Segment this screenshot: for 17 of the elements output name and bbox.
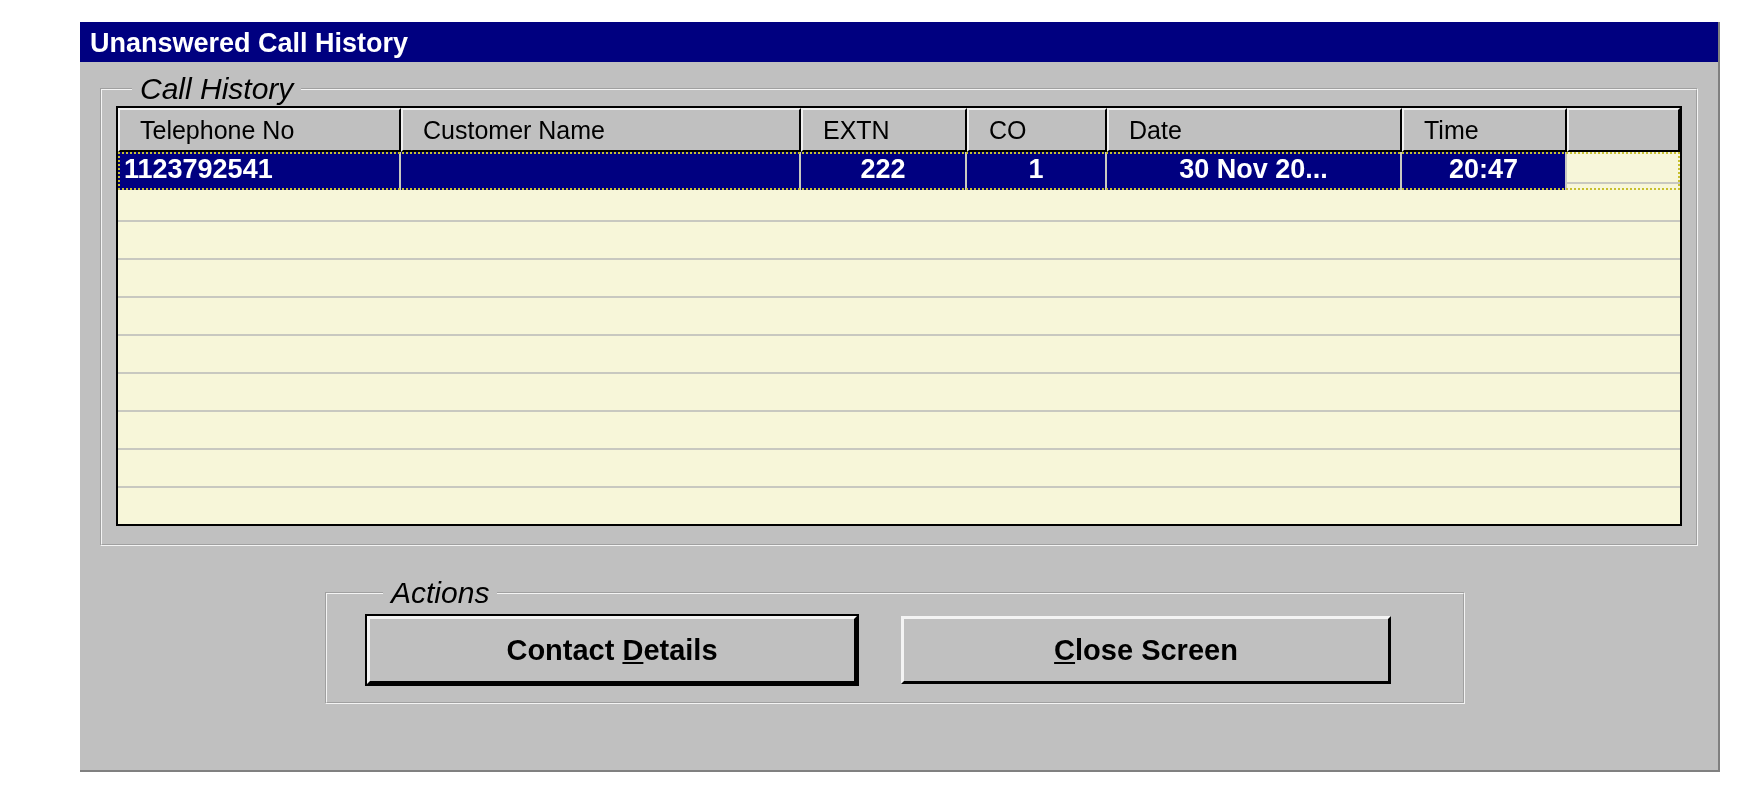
column-header[interactable]: EXTN bbox=[801, 108, 967, 152]
contact-details-button[interactable]: Contact Details bbox=[367, 616, 857, 684]
table-row[interactable]: 1123792541 222 1 30 Nov 20... 20:47 bbox=[118, 152, 1680, 190]
group-label: Call History bbox=[139, 72, 296, 106]
column-header[interactable]: Telephone No bbox=[118, 108, 401, 152]
column-header[interactable]: Date bbox=[1107, 108, 1402, 152]
table-cell: 30 Nov 20... bbox=[1107, 152, 1402, 190]
column-header[interactable]: Time bbox=[1402, 108, 1567, 152]
close-screen-button[interactable]: Close Screen bbox=[901, 616, 1391, 684]
table-cell: 1 bbox=[967, 152, 1107, 190]
column-header[interactable]: Customer Name bbox=[401, 108, 801, 152]
column-header[interactable]: CO bbox=[967, 108, 1107, 152]
table-cell: 1123792541 bbox=[118, 152, 401, 190]
table-cell: 20:47 bbox=[1402, 152, 1567, 190]
window-title: Unanswered Call History bbox=[80, 22, 1718, 62]
table-cell: 222 bbox=[801, 152, 967, 190]
group-label: Actions bbox=[388, 576, 491, 610]
